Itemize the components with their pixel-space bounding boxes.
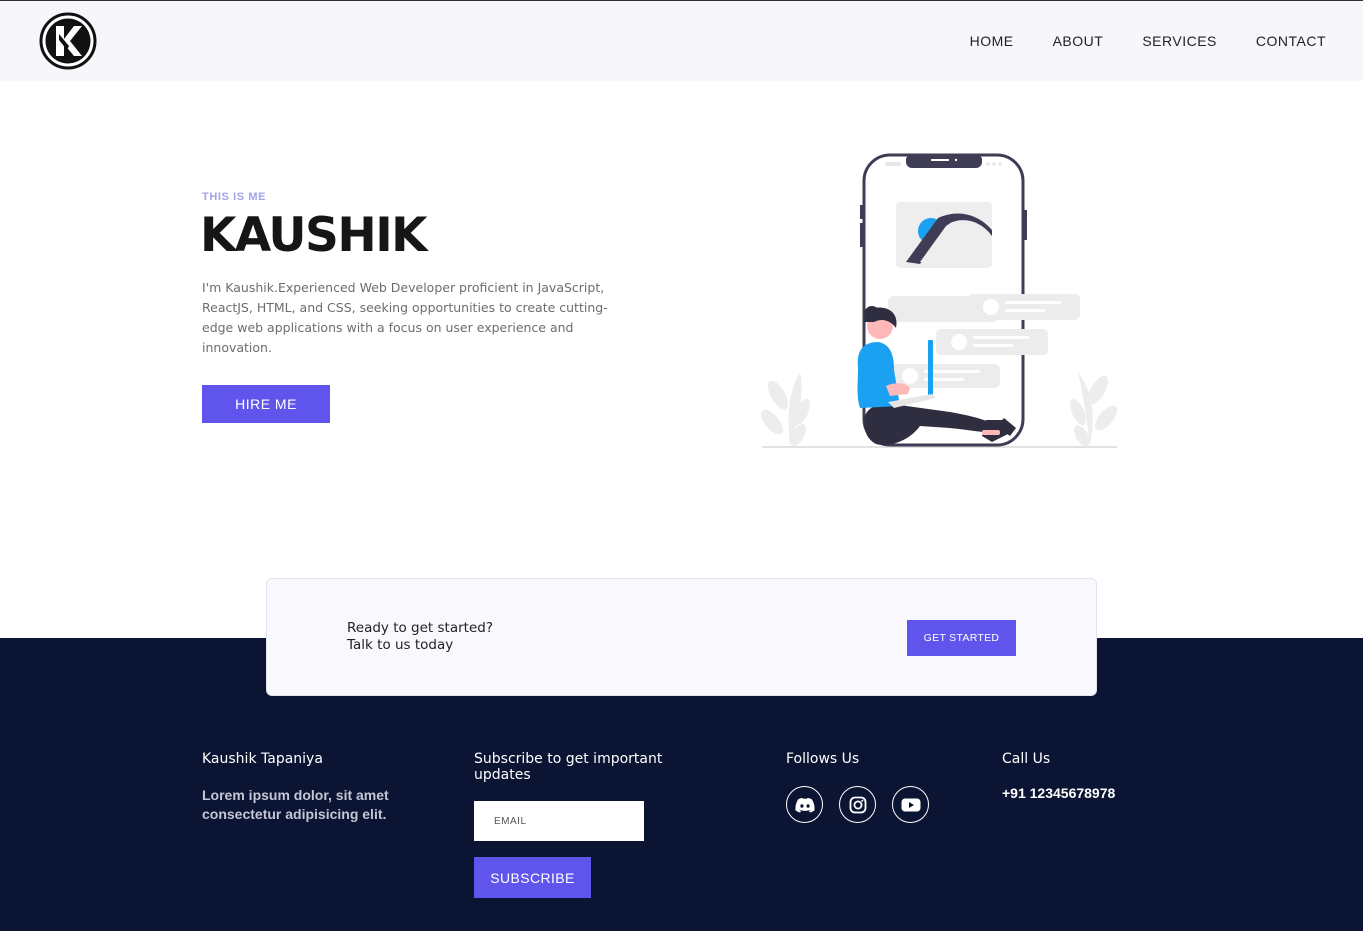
footer-about-title: Kaushik Tapaniya	[202, 751, 323, 767]
hire-me-button[interactable]: HIRE ME	[202, 385, 330, 423]
email-input[interactable]	[474, 801, 644, 841]
subscribe-button[interactable]: SUBSCRIBE	[474, 857, 591, 898]
instagram-icon[interactable]	[839, 786, 876, 823]
nav-about[interactable]: ABOUT	[1053, 33, 1104, 49]
footer-subscribe-title: Subscribe to get important updates	[474, 751, 663, 783]
k-logo-icon[interactable]	[39, 12, 97, 70]
youtube-icon[interactable]	[892, 786, 929, 823]
phone-number[interactable]: +91 12345678978	[1002, 785, 1115, 801]
cta-line-1: Ready to get started?	[347, 620, 493, 636]
footer-follow-title: Follows Us	[786, 751, 860, 767]
footer-call-title: Call Us	[1002, 751, 1051, 767]
discord-icon[interactable]	[786, 786, 823, 823]
nav-contact[interactable]: CONTACT	[1256, 33, 1326, 49]
hero-eyebrow: THIS IS ME	[202, 191, 267, 203]
get-started-button[interactable]: GET STARTED	[907, 620, 1016, 656]
cta-box: Ready to get started? Talk to us today G…	[266, 578, 1097, 696]
plant-right-icon	[1069, 372, 1118, 447]
main-nav: HOME ABOUT SERVICES CONTACT	[970, 33, 1326, 49]
cta-text: Ready to get started? Talk to us today	[347, 620, 493, 654]
nav-home[interactable]: HOME	[970, 33, 1014, 49]
hero-illustration	[760, 153, 1118, 448]
nav-services[interactable]: SERVICES	[1142, 33, 1217, 49]
footer-about-text: Lorem ipsum dolor, sit amet consectetur …	[202, 787, 389, 822]
hero-title: KAUSHIK	[200, 208, 428, 263]
hero-description: I'm Kaushik.Experienced Web Developer pr…	[202, 280, 608, 355]
site-header: HOME ABOUT SERVICES CONTACT	[0, 1, 1363, 81]
cta-line-2: Talk to us today	[347, 637, 454, 653]
plant-left-icon	[760, 372, 811, 446]
